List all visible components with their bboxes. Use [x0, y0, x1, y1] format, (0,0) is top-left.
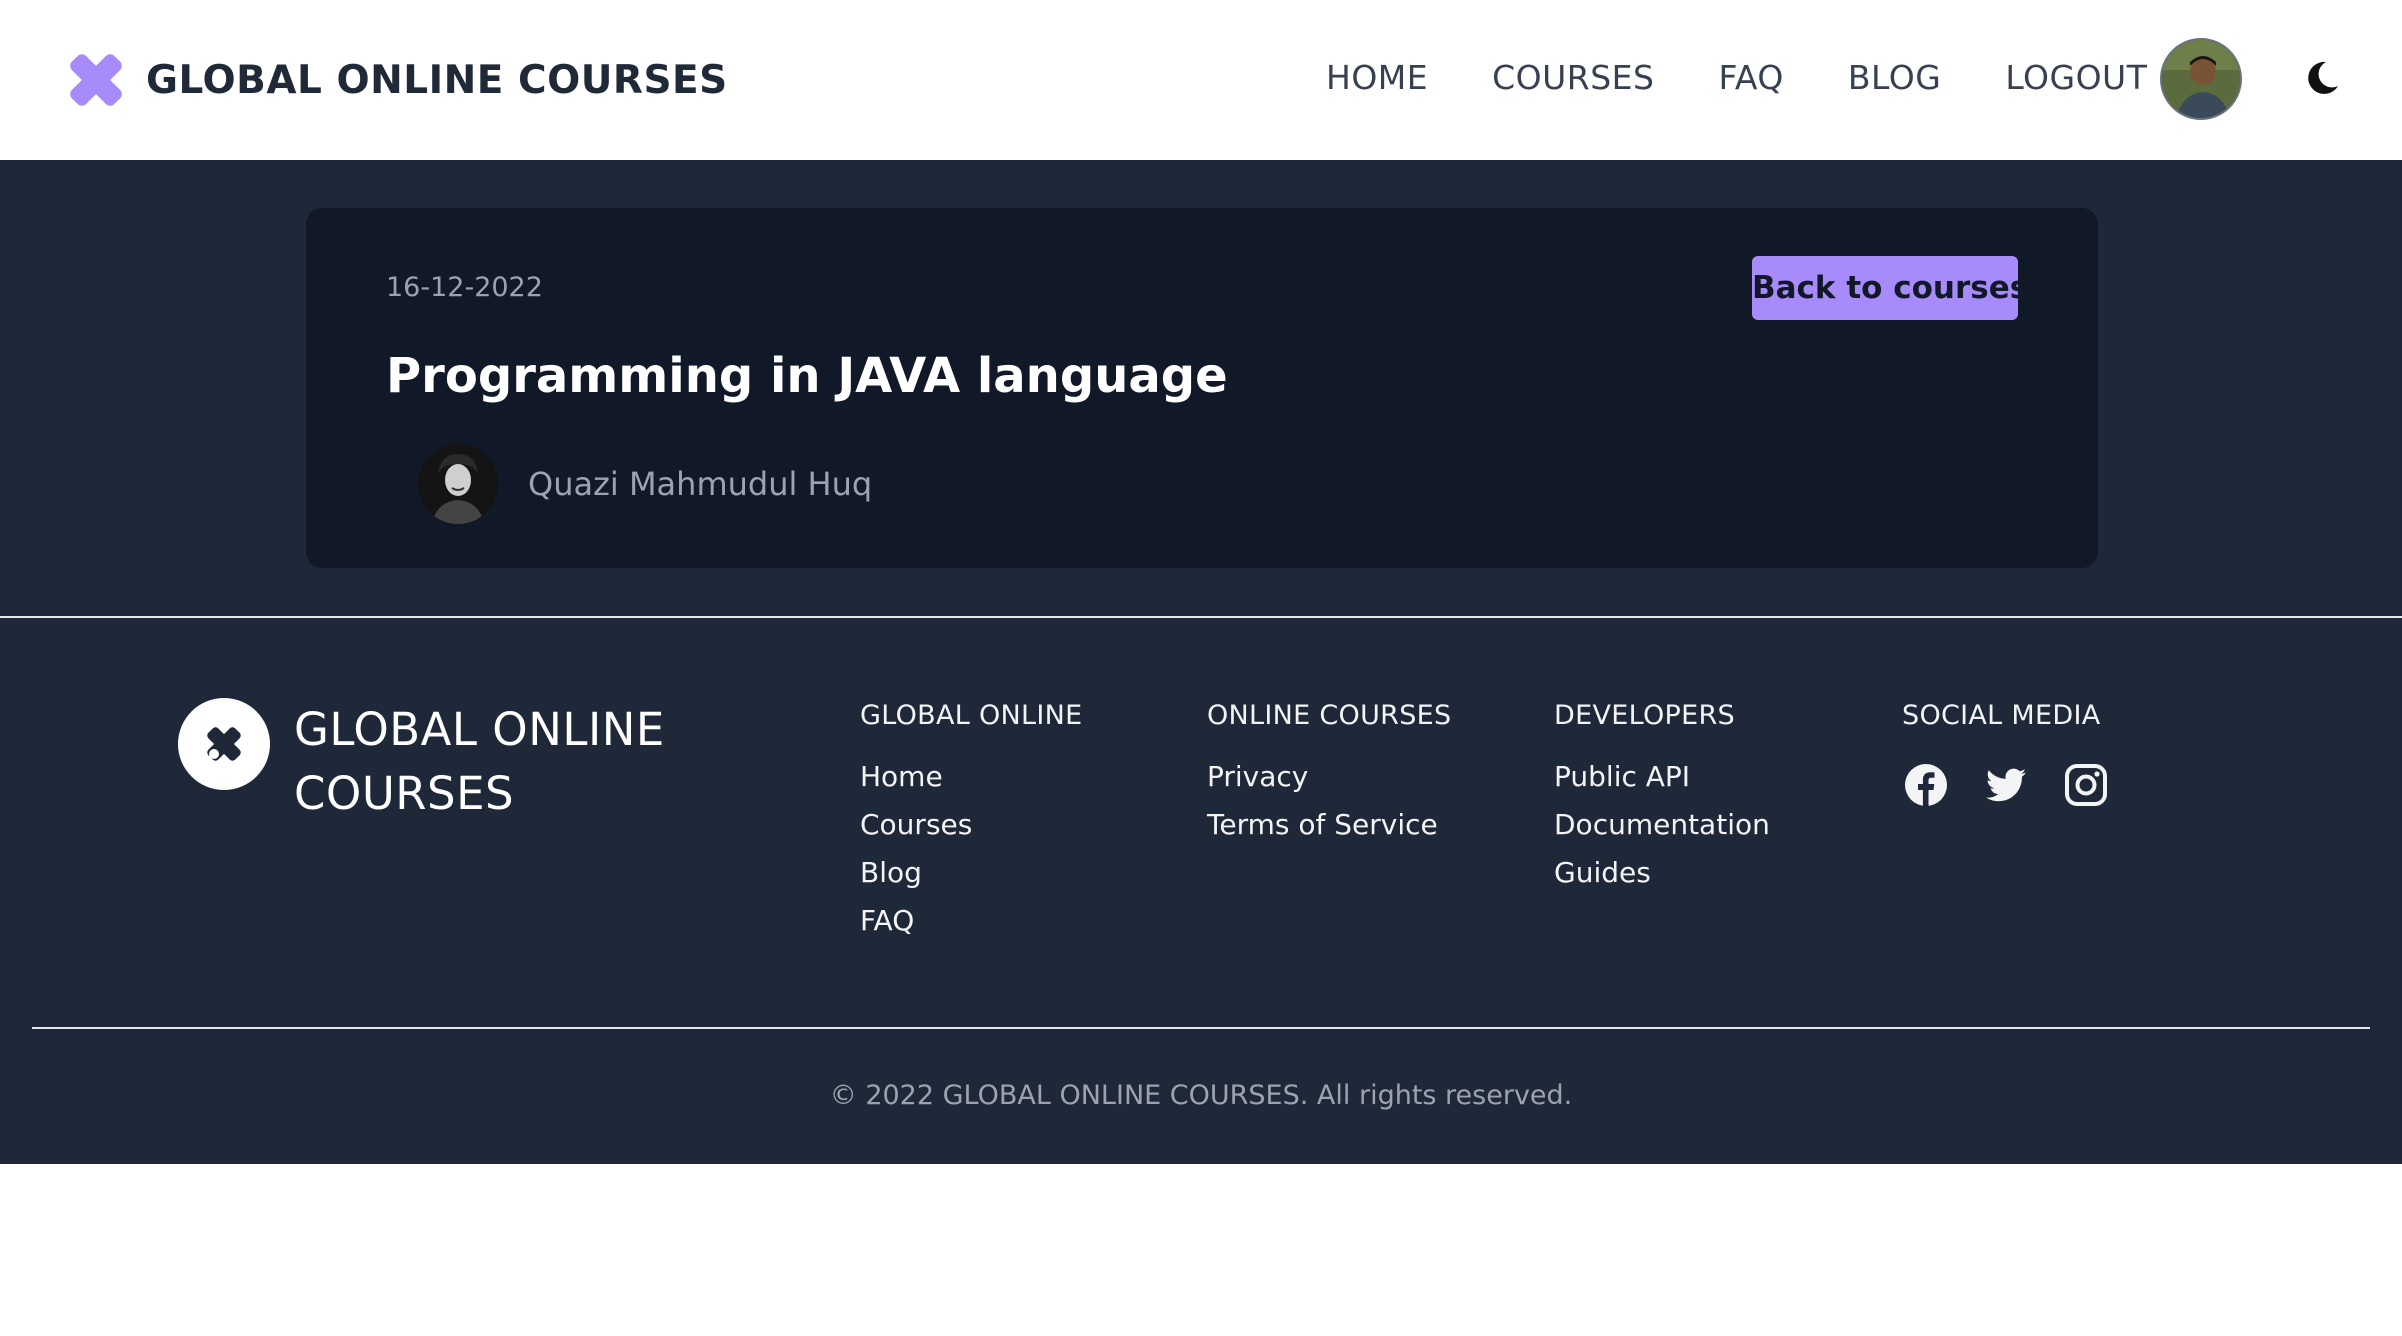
footer-col-developers: DEVELOPERS Public API Documentation Guid… [1554, 700, 1770, 897]
user-avatar[interactable] [2160, 38, 2242, 120]
copyright-text: © 2022 GLOBAL ONLINE COURSES. All rights… [829, 1080, 1573, 1111]
course-card: 16-12-2022 Back to courses Programming i… [306, 208, 2098, 568]
footer-brand[interactable]: GLOBAL ONLINE COURSES [178, 698, 734, 826]
instagram-icon[interactable] [2062, 761, 2110, 809]
back-to-courses-button[interactable]: Back to courses [1752, 256, 2028, 320]
footer-link-guides[interactable]: Guides [1554, 849, 1770, 897]
user-avatar-image [2162, 40, 2240, 118]
nav-courses[interactable]: COURSES [1492, 58, 1654, 97]
nav-faq[interactable]: FAQ [1718, 58, 1783, 97]
course-date: 16-12-2022 [386, 272, 543, 303]
footer-link-blog[interactable]: Blog [860, 849, 1082, 897]
course-title: Programming in JAVA language [386, 348, 1228, 404]
moon-icon[interactable] [2300, 56, 2344, 100]
author-avatar-image [418, 444, 498, 524]
nav-blog[interactable]: BLOG [1848, 58, 1941, 97]
footer-col-social-media: SOCIAL MEDIA [1902, 700, 2142, 809]
footer-heading: SOCIAL MEDIA [1902, 700, 2101, 731]
footer-link-documentation[interactable]: Documentation [1554, 801, 1770, 849]
footer-link-terms[interactable]: Terms of Service [1207, 801, 1451, 849]
brand[interactable]: GLOBAL ONLINE COURSES [64, 48, 728, 112]
site-header: GLOBAL ONLINE COURSES HOME COURSES FAQ B… [0, 0, 2402, 160]
footer-link-privacy[interactable]: Privacy [1207, 753, 1451, 801]
footer-heading: ONLINE COURSES [1207, 700, 1452, 731]
footer-col-online-courses: ONLINE COURSES Privacy Terms of Service [1207, 700, 1451, 849]
footer-brand-name: GLOBAL ONLINE COURSES [294, 703, 665, 820]
author-avatar [418, 444, 498, 524]
footer-heading: DEVELOPERS [1554, 700, 1735, 731]
main-nav: HOME COURSES FAQ BLOG LOGOUT [1326, 58, 2147, 97]
nav-home[interactable]: HOME [1326, 58, 1428, 97]
footer-heading: GLOBAL ONLINE [860, 700, 1083, 731]
main-content: 16-12-2022 Back to courses Programming i… [0, 160, 2402, 616]
brand-logo-icon [70, 54, 122, 106]
footer-col-global-online: GLOBAL ONLINE Home Courses Blog FAQ [860, 700, 1082, 945]
footer-link-courses[interactable]: Courses [860, 801, 1082, 849]
footer-logo-icon [178, 698, 270, 790]
site-footer: GLOBAL ONLINE COURSES GLOBAL ONLINE Home… [0, 616, 2402, 1164]
author-name: Quazi Mahmudul Huq [528, 465, 873, 503]
course-author: Quazi Mahmudul Huq [418, 444, 872, 524]
footer-link-faq[interactable]: FAQ [860, 897, 1082, 945]
facebook-icon[interactable] [1902, 761, 1950, 809]
footer-link-home[interactable]: Home [860, 753, 1082, 801]
nav-logout[interactable]: LOGOUT [2005, 58, 2147, 97]
footer-link-public-api[interactable]: Public API [1554, 753, 1770, 801]
twitter-icon[interactable] [1982, 761, 2030, 809]
footer-divider [32, 1027, 2370, 1029]
brand-name: GLOBAL ONLINE COURSES [146, 57, 728, 103]
